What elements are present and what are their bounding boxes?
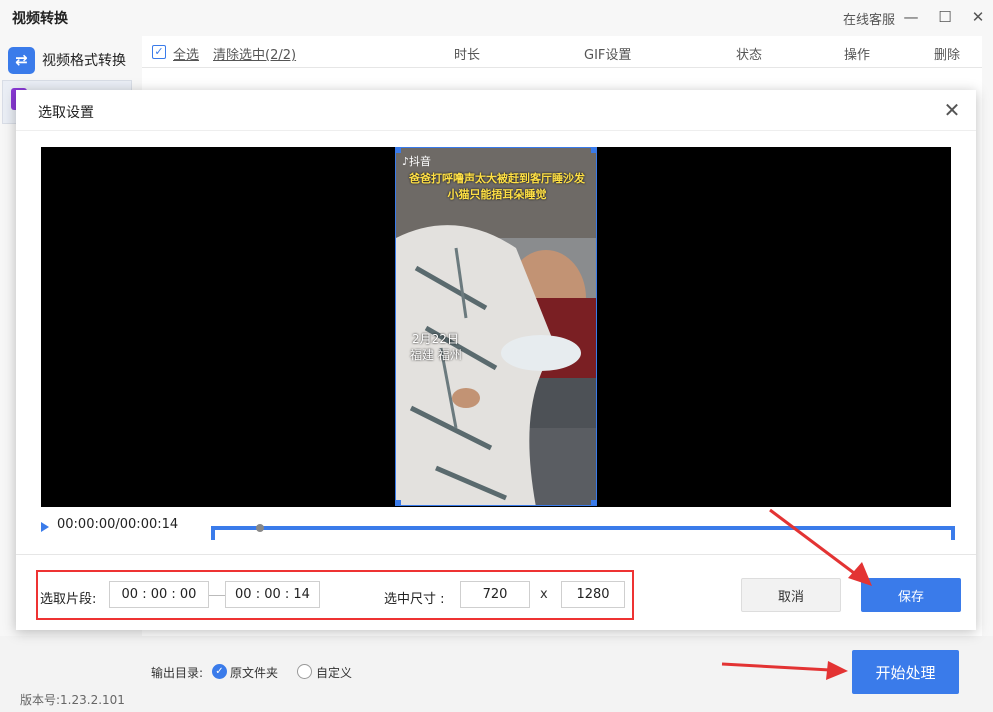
selection-settings-dialog: 选取设置 ✕ ♪抖音 爸爸打呼噜声太大被赶到客厅睡沙发 小猫只能捂耳朵睡觉 2月… <box>16 90 976 630</box>
online-support-link[interactable]: 在线客服 <box>843 9 895 28</box>
radio-original-folder-label[interactable]: 原文件夹 <box>230 664 278 681</box>
play-icon[interactable] <box>41 522 49 532</box>
minimize-button[interactable]: — <box>899 6 923 28</box>
segment-start-input[interactable]: 00 : 00 : 00 <box>109 581 209 608</box>
sidebar-item-label: 视频格式转换 <box>42 53 126 69</box>
select-all-label[interactable]: 全选 <box>173 44 199 63</box>
height-input[interactable]: 1280 <box>561 581 625 608</box>
width-input[interactable]: 720 <box>460 581 530 608</box>
sidebar-item-video-convert[interactable]: ⇄ 视频格式转换 <box>8 40 134 80</box>
radio-original-folder[interactable]: ✓ <box>212 664 227 679</box>
radio-custom-folder[interactable] <box>297 664 312 679</box>
segment-label: 选取片段: <box>40 592 97 607</box>
video-location: 福建 福州 <box>410 348 462 362</box>
brand-watermark: ♪抖音 <box>402 153 431 169</box>
column-gif-settings: GIF设置 <box>584 48 632 63</box>
music-note-icon: ♪ <box>402 155 410 168</box>
video-caption-2: 小猫只能捂耳朵睡觉 <box>447 188 547 201</box>
clear-selected-link[interactable]: 清除选中(2/2) <box>213 44 296 63</box>
output-dir-label: 输出目录: <box>151 666 204 680</box>
size-label: 选中尺寸 : <box>384 592 445 607</box>
video-caption-1: 爸爸打呼噜声太大被赶到客厅睡沙发 <box>409 172 585 185</box>
size-x-separator: x <box>540 587 548 602</box>
column-status: 状态 <box>736 48 763 63</box>
maximize-button[interactable]: ☐ <box>933 6 957 28</box>
column-actions: 操作 <box>844 48 871 63</box>
dialog-divider <box>16 130 976 131</box>
crop-region[interactable]: ♪抖音 爸爸打呼噜声太大被赶到客厅睡沙发 小猫只能捂耳朵睡觉 2月22日 福建 … <box>395 147 597 506</box>
crop-handle-tr[interactable] <box>591 148 596 153</box>
time-display: 00:00:00/00:00:14 <box>57 517 179 532</box>
save-button[interactable]: 保存 <box>861 578 961 612</box>
start-processing-button[interactable]: 开始处理 <box>852 650 959 694</box>
cancel-button[interactable]: 取消 <box>741 578 841 612</box>
list-header: ✓ 全选 清除选中(2/2) 时长 GIF设置 状态 操作 删除 <box>142 36 982 68</box>
segment-end-input[interactable]: 00 : 00 : 14 <box>225 581 320 608</box>
segment-dash <box>209 595 225 596</box>
column-delete: 删除 <box>934 48 961 63</box>
controls-divider <box>16 554 976 555</box>
timeline-start-handle[interactable] <box>211 526 215 540</box>
crop-handle-bl[interactable] <box>396 500 401 505</box>
column-duration: 时长 <box>454 48 481 63</box>
crop-handle-br[interactable] <box>591 500 596 505</box>
swap-arrows-icon: ⇄ <box>8 46 35 74</box>
bottom-bar <box>0 636 993 712</box>
video-preview: ♪抖音 爸爸打呼噜声太大被赶到客厅睡沙发 小猫只能捂耳朵睡觉 2月22日 福建 … <box>41 147 951 507</box>
video-date: 2月22日 <box>412 332 459 346</box>
dialog-close-button[interactable]: ✕ <box>940 98 964 122</box>
crop-handle-tl[interactable] <box>396 148 401 153</box>
version-label: 版本号:1.23.2.101 <box>20 693 125 707</box>
window-close-button[interactable]: ✕ <box>966 6 990 28</box>
timeline-end-handle[interactable] <box>951 526 955 540</box>
dialog-title: 选取设置 <box>38 105 94 121</box>
brand-text: 抖音 <box>409 155 432 168</box>
timeline-track[interactable] <box>212 526 955 530</box>
timeline-playhead[interactable] <box>256 524 264 532</box>
select-all-checkbox[interactable]: ✓ <box>152 45 166 59</box>
radio-custom-folder-label[interactable]: 自定义 <box>316 664 352 681</box>
app-title: 视频转换 <box>12 11 68 27</box>
